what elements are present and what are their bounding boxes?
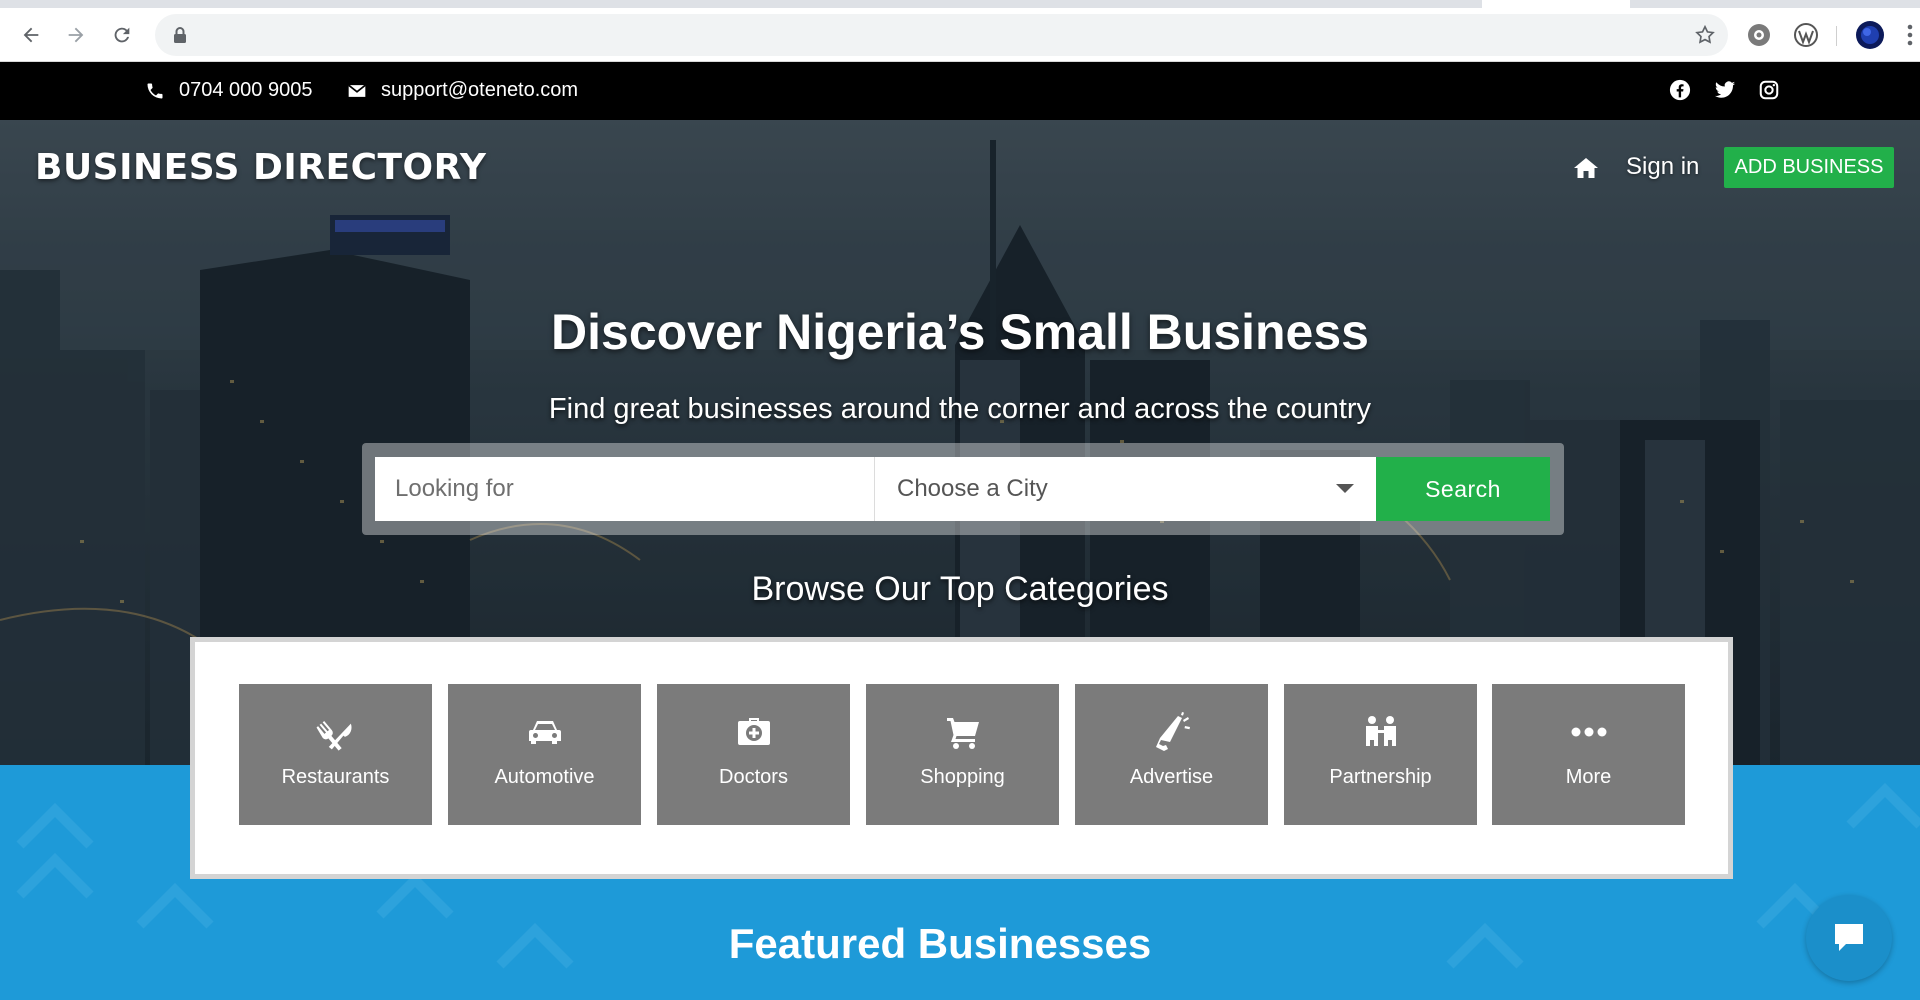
hero-title: Discover Nigeria’s Small Business: [551, 304, 1369, 360]
extension-settings-icon[interactable]: [1746, 22, 1772, 48]
categories-title: Browse Our Top Categories: [751, 570, 1169, 608]
category-shopping[interactable]: Shopping: [866, 684, 1059, 825]
email-address: support@oteneto.com: [381, 79, 579, 101]
home-icon[interactable]: [1573, 156, 1599, 180]
category-restaurants[interactable]: Restaurants: [239, 684, 432, 825]
back-arrow-icon[interactable]: [15, 19, 47, 51]
category-label: Partnership: [1329, 766, 1432, 788]
medical-kit-icon: [734, 712, 774, 752]
chat-button[interactable]: [1806, 895, 1892, 981]
category-automotive[interactable]: Automotive: [448, 684, 641, 825]
forward-arrow-icon[interactable]: [60, 19, 92, 51]
search-button[interactable]: Search: [1376, 457, 1550, 521]
category-label: Doctors: [719, 766, 788, 788]
instagram-icon[interactable]: [1758, 79, 1780, 101]
phone-number: 0704 000 9005: [179, 79, 313, 101]
browser-tab-strip: [0, 0, 1920, 8]
megaphone-icon: [1152, 712, 1192, 752]
bookmark-star-icon[interactable]: [1694, 24, 1716, 46]
twitter-icon[interactable]: [1714, 79, 1736, 101]
utensils-icon: [316, 712, 356, 752]
city-select-value: Choose a City: [897, 475, 1048, 502]
more-dots-icon: [1569, 712, 1609, 752]
signin-link[interactable]: Sign in: [1626, 153, 1699, 181]
phone-contact[interactable]: 0704 000 9005: [145, 79, 312, 102]
featured-title: Featured Businesses: [728, 920, 1152, 967]
site-logo[interactable]: BUSINESS DIRECTORY: [35, 147, 486, 188]
contact-bar: 0704 000 9005 support@oteneto.com: [0, 62, 1920, 120]
caret-down-icon: [1336, 484, 1354, 493]
category-doctors[interactable]: Doctors: [657, 684, 850, 825]
phone-icon: [147, 83, 163, 98]
category-label: Restaurants: [281, 766, 390, 788]
cart-icon: [943, 712, 983, 752]
facebook-icon[interactable]: [1669, 79, 1691, 101]
email-contact[interactable]: support@oteneto.com: [347, 79, 578, 102]
profile-avatar-icon[interactable]: [1855, 20, 1885, 50]
category-more[interactable]: More: [1492, 684, 1685, 825]
envelope-icon: [348, 84, 366, 97]
toolbar-divider: [1836, 26, 1837, 46]
address-bar[interactable]: [155, 14, 1728, 56]
category-label: More: [1565, 766, 1612, 788]
wordpress-icon[interactable]: [1793, 22, 1819, 48]
city-select[interactable]: Choose a City: [875, 457, 1376, 521]
chat-bubble-icon: [1835, 924, 1863, 951]
add-business-button[interactable]: ADD BUSINESS: [1724, 147, 1894, 188]
search-input[interactable]: [375, 457, 875, 521]
car-icon: [525, 712, 565, 752]
category-partnership[interactable]: Partnership: [1284, 684, 1477, 825]
browser-active-tab[interactable]: [1482, 0, 1630, 8]
browser-toolbar: [0, 8, 1920, 62]
category-label: Advertise: [1129, 766, 1214, 788]
people-icon: [1361, 712, 1401, 752]
category-advertise[interactable]: Advertise: [1075, 684, 1268, 825]
menu-dots-icon[interactable]: [1906, 22, 1914, 48]
reload-icon[interactable]: [106, 19, 138, 51]
category-label: Shopping: [920, 766, 1005, 788]
categories-panel: Restaurants Automotive Doctors Shopping …: [190, 637, 1733, 879]
lock-icon: [174, 27, 186, 43]
hero-subtitle: Find great businesses around the corner …: [548, 393, 1372, 425]
category-label: Automotive: [494, 766, 595, 788]
